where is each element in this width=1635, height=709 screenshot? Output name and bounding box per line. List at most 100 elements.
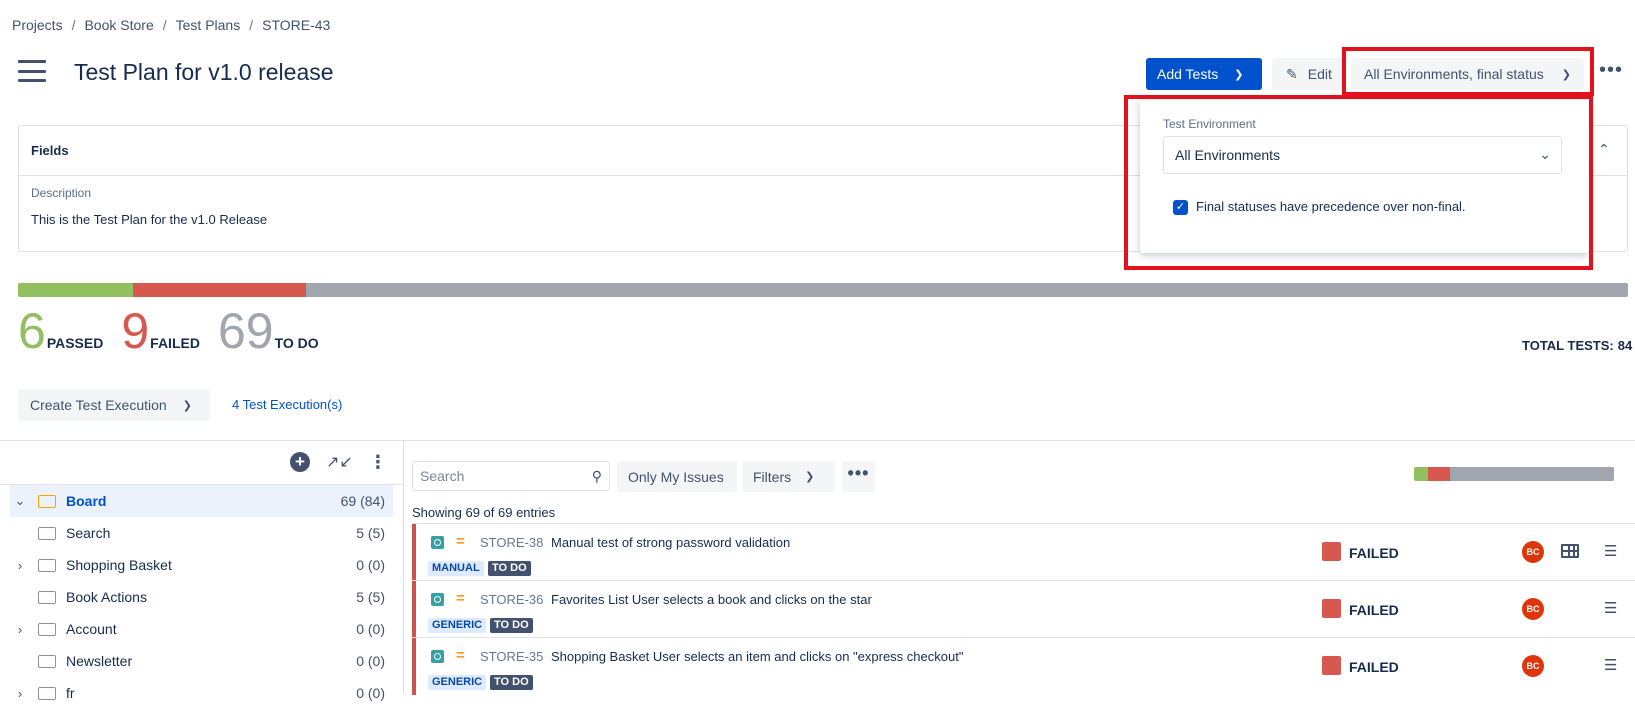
- breadcrumb-separator: /: [71, 17, 76, 33]
- chevron-right-icon[interactable]: ›: [10, 622, 30, 637]
- tree-folder-name: Search: [66, 525, 111, 541]
- add-tests-button[interactable]: Add Tests ❯: [1146, 58, 1262, 90]
- create-test-execution-label: Create Test Execution: [30, 397, 167, 413]
- total-tests: TOTAL TESTS: 84: [1518, 338, 1632, 353]
- filters-button[interactable]: Filters ❯: [742, 461, 835, 492]
- test-status-swatch: [1322, 599, 1341, 618]
- todo-number: 69: [217, 303, 274, 359]
- mini-passed-segment: [1414, 467, 1429, 481]
- breadcrumb-projects[interactable]: Projects: [12, 17, 63, 33]
- avatar[interactable]: BC: [1522, 655, 1544, 677]
- tree-folder-row[interactable]: › Account 0 (0): [10, 613, 393, 645]
- issue-key-link[interactable]: STORE-38: [480, 535, 543, 550]
- folder-icon: [38, 686, 56, 700]
- failed-number: 9: [121, 303, 150, 359]
- priority-medium-icon: =: [456, 590, 465, 607]
- list-icon[interactable]: ☰: [1604, 656, 1617, 674]
- issue-summary[interactable]: Favorites List User selects a book and c…: [551, 592, 872, 607]
- more-actions-icon[interactable]: •••: [1596, 60, 1626, 88]
- tree-folder-row[interactable]: Book Actions 5 (5): [10, 581, 393, 613]
- test-status-text: FAILED: [1349, 545, 1399, 561]
- todo-label: TO DO: [274, 335, 319, 351]
- highlight-box-environment-button: [1342, 47, 1594, 96]
- search-placeholder: Search: [420, 468, 465, 484]
- search-input[interactable]: Search ⚲: [412, 461, 610, 491]
- highlight-box-environment-panel: [1124, 95, 1593, 270]
- chevron-right-icon[interactable]: ›: [10, 558, 30, 573]
- breadcrumb-book-store[interactable]: Book Store: [84, 17, 153, 33]
- table-row[interactable]: = STORE-38 Manual test of strong password …: [412, 523, 1635, 581]
- edit-button[interactable]: ✎ Edit: [1272, 58, 1342, 90]
- folder-icon: [38, 654, 56, 668]
- tree-folder-row[interactable]: › fr 0 (0): [10, 677, 393, 709]
- description-value: This is the Test Plan for the v1.0 Relea…: [31, 212, 268, 227]
- passed-count: 6 PASSED: [18, 306, 103, 356]
- test-status-swatch: [1322, 542, 1341, 561]
- only-my-issues-button[interactable]: Only My Issues: [617, 461, 737, 492]
- panel-divider[interactable]: [403, 440, 404, 694]
- test-executions-link[interactable]: 4 Test Execution(s): [232, 397, 342, 412]
- test-status-progress-bar: [18, 283, 1628, 297]
- failed-count: 9 FAILED: [121, 303, 200, 359]
- folder-icon: [38, 494, 56, 508]
- breadcrumb-test-plans[interactable]: Test Plans: [176, 17, 241, 33]
- status-counts: 6 PASSED 9 FAILED 69 TO DO: [18, 303, 337, 359]
- add-folder-icon[interactable]: +: [290, 452, 310, 472]
- test-type-badge: MANUAL: [428, 561, 484, 576]
- tree-more-icon[interactable]: ⋮: [369, 453, 387, 471]
- tree-folder-count: 5 (5): [356, 525, 385, 541]
- tree-folder-name: Board: [66, 493, 107, 509]
- folder-icon: [38, 558, 56, 572]
- grid-icon[interactable]: [1561, 544, 1579, 558]
- failed-label: FAILED: [150, 335, 200, 351]
- test-status-text: FAILED: [1349, 602, 1399, 618]
- edit-label: Edit: [1307, 66, 1332, 82]
- folder-icon: [38, 622, 56, 636]
- priority-medium-icon: =: [456, 533, 465, 550]
- chevron-up-icon[interactable]: ⌃: [1598, 141, 1610, 158]
- search-icon[interactable]: ⚲: [592, 468, 602, 485]
- tree-folder-row[interactable]: Search 5 (5): [10, 517, 393, 549]
- status-color-bar: [412, 581, 416, 638]
- chevron-right-icon[interactable]: ›: [10, 686, 30, 701]
- table-more-icon[interactable]: •••: [842, 461, 875, 492]
- tree-folder-name: Account: [66, 621, 117, 637]
- tree-folder-row[interactable]: › Shopping Basket 0 (0): [10, 549, 393, 581]
- issue-key-link[interactable]: STORE-35: [480, 649, 543, 664]
- avatar[interactable]: BC: [1522, 598, 1544, 620]
- table-row[interactable]: = STORE-35 Shopping Basket User selects an…: [412, 637, 1635, 695]
- entries-count: Showing 69 of 69 entries: [412, 505, 556, 520]
- chevron-down-icon[interactable]: ⌄: [10, 493, 30, 509]
- list-icon[interactable]: ☰: [1604, 542, 1617, 560]
- breadcrumb-separator: /: [162, 17, 167, 33]
- tree-folder-row[interactable]: ⌄ Board 69 (84): [10, 485, 393, 517]
- issue-status-badge: TO DO: [488, 561, 531, 576]
- tree-folder-count: 0 (0): [356, 653, 385, 669]
- tree-folder-name: Shopping Basket: [66, 557, 172, 573]
- test-type-icon: [431, 536, 444, 549]
- create-test-execution-button[interactable]: Create Test Execution ❯: [18, 389, 210, 421]
- issue-key-link[interactable]: STORE-36: [480, 592, 543, 607]
- test-status-swatch: [1322, 656, 1341, 675]
- page-title: Test Plan for v1.0 release: [74, 59, 334, 85]
- chevron-down-icon: ❯: [182, 399, 192, 412]
- table-progress-bar: [1414, 467, 1614, 481]
- issue-summary[interactable]: Shopping Basket User selects an item and…: [551, 649, 963, 664]
- list-icon[interactable]: ☰: [1604, 599, 1617, 617]
- progress-passed-segment: [18, 283, 133, 297]
- folder-icon: [38, 590, 56, 604]
- test-type-icon: [431, 593, 444, 606]
- tree-folder-count: 69 (84): [340, 493, 385, 509]
- progress-failed-segment: [133, 283, 306, 297]
- table-row[interactable]: = STORE-36 Favorites List User selects a b…: [412, 580, 1635, 638]
- breadcrumb: Projects / Book Store / Test Plans / STO…: [12, 17, 330, 33]
- issue-summary[interactable]: Manual test of strong password validatio…: [551, 535, 790, 550]
- breadcrumb-issue-key[interactable]: STORE-43: [262, 17, 330, 33]
- hamburger-menu-icon[interactable]: [18, 60, 46, 82]
- fields-title: Fields: [31, 143, 69, 158]
- tree-folder-row[interactable]: Newsletter 0 (0): [10, 645, 393, 677]
- todo-count: 69 TO DO: [217, 303, 319, 359]
- issue-status-badge: TO DO: [490, 675, 533, 690]
- collapse-icon[interactable]: ↗↙: [326, 452, 353, 472]
- avatar[interactable]: BC: [1522, 541, 1544, 563]
